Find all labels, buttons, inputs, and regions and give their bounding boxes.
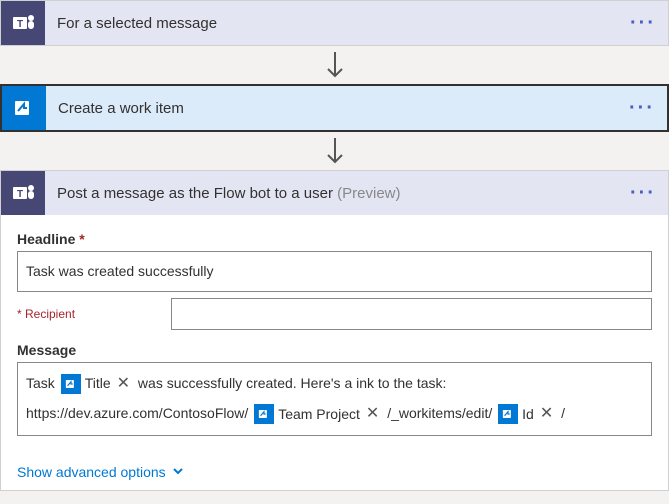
connector-arrow: [0, 46, 669, 84]
connector-arrow: [0, 132, 669, 170]
step1-title: For a selected message: [45, 15, 630, 32]
msg-text: /: [561, 405, 565, 421]
step3-title-text: Post a message as the Flow bot to a user: [57, 185, 337, 202]
msg-text: /_workitems/edit/: [387, 405, 492, 421]
message-input[interactable]: Task Title ✕ was successfully created. H…: [17, 362, 652, 437]
step1-menu-button[interactable]: ···: [630, 12, 656, 35]
recipient-input[interactable]: [171, 298, 652, 330]
step-create-work-item[interactable]: Create a work item ···: [0, 84, 669, 132]
token-remove-icon[interactable]: ✕: [115, 369, 132, 399]
teams-icon: [1, 1, 45, 45]
step3-title: Post a message as the Flow bot to a user…: [45, 185, 630, 202]
arrow-down-icon: [323, 50, 347, 80]
preview-badge: (Preview): [337, 185, 400, 202]
headline-value: Task was created successfully: [26, 258, 214, 285]
token-id[interactable]: Id ✕: [498, 399, 555, 429]
required-marker: *: [75, 231, 84, 247]
step3-body: Headline * Task was created successfully…: [1, 215, 668, 450]
step-post-message: Post a message as the Flow bot to a user…: [0, 170, 669, 491]
msg-text: https://dev.azure.com/ContosoFlow/: [26, 405, 248, 421]
step2-header[interactable]: Create a work item ···: [2, 86, 667, 130]
headline-label: Headline *: [17, 231, 652, 247]
teams-icon: [1, 171, 45, 215]
azure-devops-icon: [254, 404, 274, 424]
advanced-label: Show advanced options: [17, 464, 166, 480]
token-label: Title: [85, 370, 111, 397]
azure-devops-icon: [2, 86, 46, 130]
token-team-project[interactable]: Team Project ✕: [254, 399, 381, 429]
recipient-label: * Recipient: [17, 307, 157, 321]
step3-menu-button[interactable]: ···: [630, 182, 656, 205]
show-advanced-options[interactable]: Show advanced options: [1, 450, 200, 490]
message-label: Message: [17, 342, 652, 358]
arrow-down-icon: [323, 136, 347, 166]
token-remove-icon[interactable]: ✕: [538, 399, 555, 429]
recipient-row: * Recipient: [17, 298, 652, 330]
azure-devops-icon: [61, 374, 81, 394]
headline-input[interactable]: Task was created successfully: [17, 251, 652, 292]
token-label: Team Project: [278, 401, 360, 428]
token-remove-icon[interactable]: ✕: [364, 399, 381, 429]
step1-header[interactable]: For a selected message ···: [1, 1, 668, 45]
step2-title: Create a work item: [46, 100, 629, 117]
token-label: Id: [522, 401, 534, 428]
azure-devops-icon: [498, 404, 518, 424]
chevron-down-icon: [172, 464, 184, 480]
msg-text: was successfully created. Here's a ink t…: [138, 375, 446, 391]
step2-menu-button[interactable]: ···: [629, 97, 655, 120]
step3-header[interactable]: Post a message as the Flow bot to a user…: [1, 171, 668, 215]
step-selected-message[interactable]: For a selected message ···: [0, 0, 669, 46]
token-title[interactable]: Title ✕: [61, 369, 132, 399]
msg-text: Task: [26, 375, 55, 391]
